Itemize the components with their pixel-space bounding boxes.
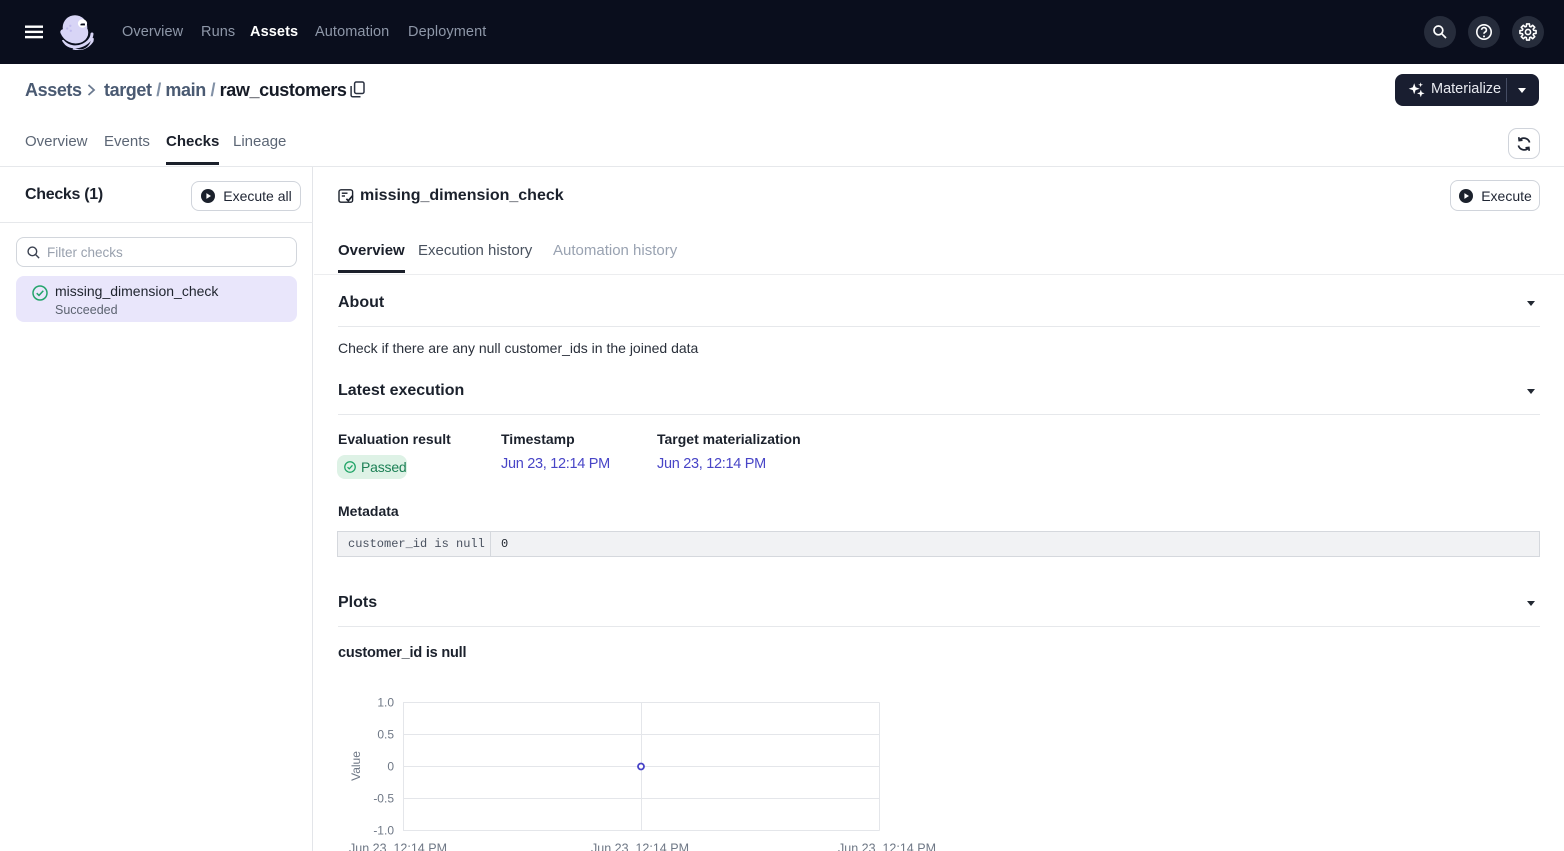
svg-text:Jun 23, 12:14 PM: Jun 23, 12:14 PM: [349, 842, 447, 851]
svg-text:1.0: 1.0: [377, 696, 394, 710]
svg-text:-1.0: -1.0: [373, 824, 394, 838]
svg-text:0.5: 0.5: [377, 728, 394, 742]
svg-text:0: 0: [387, 760, 394, 774]
svg-text:Value: Value: [349, 751, 363, 781]
svg-text:Jun 23, 12:14 PM: Jun 23, 12:14 PM: [838, 842, 936, 851]
svg-text:-0.5: -0.5: [373, 792, 394, 806]
svg-text:Jun 23, 12:14 PM: Jun 23, 12:14 PM: [591, 842, 689, 851]
